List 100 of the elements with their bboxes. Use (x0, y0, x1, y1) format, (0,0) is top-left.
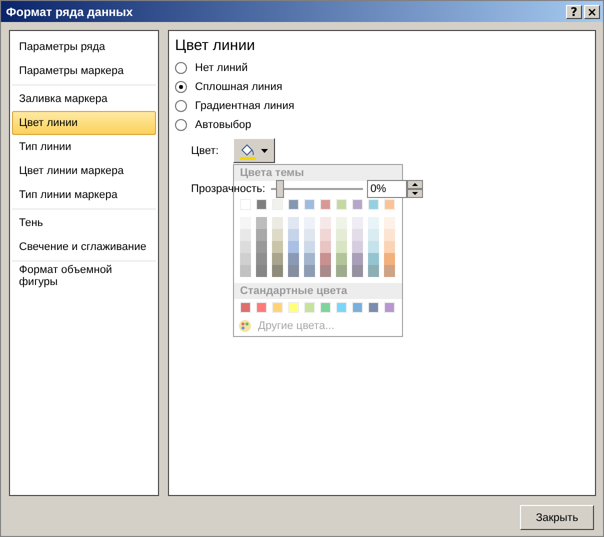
color-swatch[interactable] (288, 265, 299, 277)
color-swatch[interactable] (368, 199, 379, 210)
color-swatch[interactable] (336, 253, 347, 265)
section-heading: Стандартные цвета (234, 283, 402, 299)
color-swatch[interactable] (352, 265, 363, 277)
color-swatch[interactable] (288, 229, 299, 241)
sidebar-item[interactable]: Тип линии маркера (12, 183, 156, 207)
transparency-label: Прозрачность: (191, 183, 266, 195)
color-swatch[interactable] (320, 302, 331, 313)
color-swatch[interactable] (384, 199, 395, 210)
color-swatch[interactable] (336, 199, 347, 210)
transparency-field[interactable]: 0% (367, 180, 408, 198)
color-swatch[interactable] (304, 229, 315, 241)
color-swatch[interactable] (256, 241, 267, 253)
radio-label[interactable]: Нет линий (195, 62, 248, 74)
color-swatch[interactable] (352, 199, 363, 210)
color-swatch[interactable] (304, 265, 315, 277)
color-swatch[interactable] (368, 253, 379, 265)
color-swatch[interactable] (272, 229, 283, 241)
panel-title: Цвет линии (175, 37, 256, 54)
slider-thumb[interactable] (276, 180, 284, 198)
color-swatch[interactable] (256, 265, 267, 277)
color-swatch[interactable] (368, 302, 379, 313)
color-swatch[interactable] (256, 229, 267, 241)
color-swatch[interactable] (320, 265, 331, 277)
color-swatch[interactable] (240, 241, 251, 253)
color-swatch[interactable] (240, 229, 251, 241)
color-swatch[interactable] (256, 302, 267, 313)
color-swatch[interactable] (288, 217, 299, 229)
color-swatch[interactable] (320, 241, 331, 253)
help-button[interactable]: ? (566, 4, 582, 18)
color-swatch[interactable] (272, 199, 283, 210)
radio-label[interactable]: Градиентная линия (195, 100, 294, 112)
radio-button[interactable] (175, 80, 187, 92)
color-swatch[interactable] (256, 253, 267, 265)
window-title: Формат ряда данных (6, 4, 134, 18)
close-dialog-button[interactable]: Закрыть (520, 505, 594, 530)
caret-icon (261, 148, 268, 152)
color-swatch[interactable] (272, 265, 283, 277)
radio-label[interactable]: Автовыбор (195, 118, 252, 130)
color-swatch[interactable] (240, 302, 251, 313)
color-swatch[interactable] (384, 229, 395, 241)
color-swatch[interactable] (336, 229, 347, 241)
color-swatch[interactable] (304, 199, 315, 210)
color-swatch[interactable] (368, 229, 379, 241)
color-swatch[interactable] (240, 253, 251, 265)
color-swatch[interactable] (272, 253, 283, 265)
color-swatch[interactable] (256, 199, 267, 210)
color-swatch[interactable] (384, 302, 395, 313)
sidebar-item[interactable]: Свечение и сглаживание (12, 235, 156, 259)
color-swatch[interactable] (384, 241, 395, 253)
close-button[interactable]: × (584, 4, 600, 18)
sidebar-item[interactable]: Цвет линии (12, 111, 156, 135)
sidebar-item[interactable]: Тень (12, 211, 156, 235)
color-swatch[interactable] (272, 217, 283, 229)
color-swatch[interactable] (272, 241, 283, 253)
color-swatch[interactable] (304, 253, 315, 265)
paint-bucket-icon (239, 142, 258, 160)
sidebar-item[interactable]: Формат объемной фигуры (12, 263, 156, 287)
color-picker-button[interactable] (232, 138, 275, 163)
color-swatch[interactable] (288, 253, 299, 265)
color-label: Цвет: (191, 144, 219, 156)
color-swatch[interactable] (384, 265, 395, 277)
color-swatch[interactable] (336, 265, 347, 277)
color-swatch[interactable] (304, 302, 315, 313)
radio-button[interactable] (175, 100, 187, 112)
sidebar-item[interactable]: Цвет линии маркера (12, 159, 156, 183)
sidebar-item[interactable]: Заливка маркера (12, 87, 156, 111)
color-swatch[interactable] (336, 302, 347, 313)
sidebar-item[interactable]: Параметры ряда (12, 35, 156, 59)
color-swatch[interactable] (304, 217, 315, 229)
sidebar-item[interactable]: Параметры маркера (12, 59, 156, 83)
color-swatch[interactable] (384, 253, 395, 265)
color-swatch[interactable] (384, 217, 395, 229)
radio-label[interactable]: Сплошная линия (195, 80, 282, 92)
color-swatch[interactable] (352, 302, 363, 313)
radio-button[interactable] (175, 118, 187, 130)
color-swatch[interactable] (336, 241, 347, 253)
color-swatch[interactable] (368, 265, 379, 277)
color-swatch[interactable] (352, 217, 363, 229)
color-swatch[interactable] (320, 199, 331, 210)
spin-buttons[interactable] (407, 180, 424, 198)
color-swatch[interactable] (320, 217, 331, 229)
color-swatch[interactable] (304, 241, 315, 253)
color-swatch[interactable] (320, 229, 331, 241)
color-swatch[interactable] (368, 241, 379, 253)
color-swatch[interactable] (352, 253, 363, 265)
color-swatch[interactable] (288, 241, 299, 253)
color-swatch[interactable] (336, 217, 347, 229)
color-swatch[interactable] (288, 199, 299, 210)
color-swatch[interactable] (240, 265, 251, 277)
color-swatch[interactable] (256, 217, 267, 229)
radio-button[interactable] (175, 62, 187, 74)
sidebar-item[interactable]: Тип линии (12, 135, 156, 159)
color-swatch[interactable] (352, 241, 363, 253)
color-swatch[interactable] (352, 229, 363, 241)
color-swatch[interactable] (368, 217, 379, 229)
color-swatch[interactable] (320, 253, 331, 265)
color-swatch[interactable] (272, 302, 283, 313)
color-swatch[interactable] (288, 302, 299, 313)
